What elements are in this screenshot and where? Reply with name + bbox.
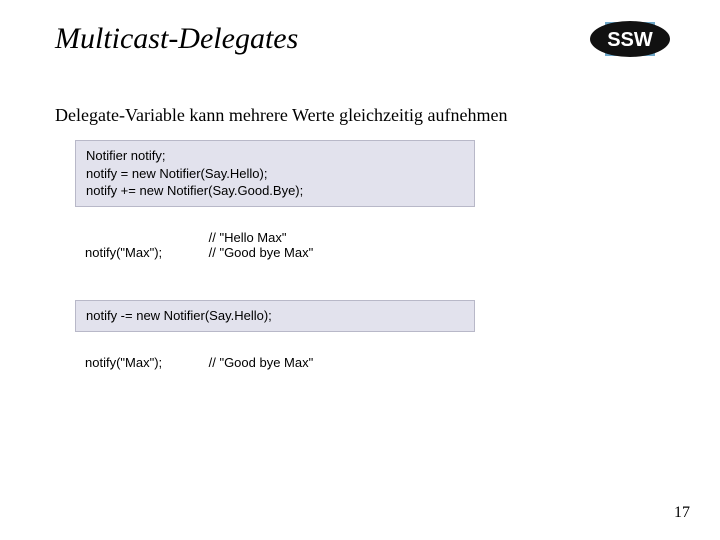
slide: Multicast-Delegates SSW Delegate-Variabl…: [0, 0, 720, 540]
code-block-2: notify -= new Notifier(Say.Hello);: [75, 300, 475, 332]
code-comment-2: // "Good bye Max": [209, 355, 314, 370]
code-row-2: notify("Max"); // "Good bye Max": [85, 355, 313, 370]
slide-title: Multicast-Delegates: [55, 22, 298, 56]
page-number: 17: [674, 504, 690, 522]
slide-subtitle: Delegate-Variable kann mehrere Werte gle…: [55, 105, 508, 126]
code-block-1: Notifier notify; notify = new Notifier(S…: [75, 140, 475, 207]
code-call-2: notify("Max");: [85, 355, 205, 370]
ssw-logo: SSW: [585, 18, 675, 60]
code-call-1: notify("Max");: [85, 245, 205, 260]
logo-text: SSW: [607, 29, 653, 51]
code-comment-1: // "Hello Max" // "Good bye Max": [209, 230, 314, 260]
code-row-1: notify("Max"); // "Hello Max" // "Good b…: [85, 230, 313, 260]
